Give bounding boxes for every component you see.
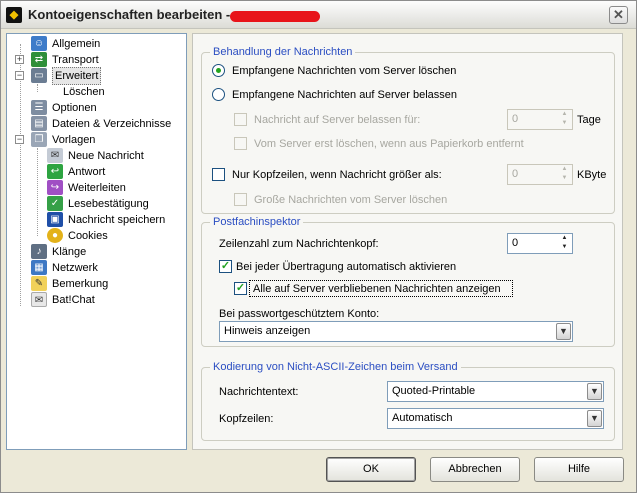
checkbox-label: Große Nachrichten vom Server löschen bbox=[254, 194, 448, 206]
delete-after-trash-checkbox[interactable] bbox=[234, 137, 247, 150]
ok-button[interactable]: OK bbox=[326, 457, 416, 482]
redacted-account-name bbox=[230, 11, 320, 22]
checkbox-label: Bei jeder Übertragung automatisch aktivi… bbox=[236, 261, 457, 273]
window-title: Kontoeigenschaften bearbeiten - bbox=[28, 7, 231, 22]
tree-item-label: Bat!Chat bbox=[52, 294, 95, 306]
reply-icon: ↩ bbox=[47, 164, 63, 179]
group-legend: Postfachinspektor bbox=[210, 216, 304, 228]
radio-button[interactable] bbox=[212, 64, 225, 77]
save-icon: ▣ bbox=[47, 212, 63, 227]
tree-item-label: Transport bbox=[52, 54, 99, 66]
body-encoding-select[interactable]: Quoted-Printable ▼ bbox=[387, 381, 604, 402]
help-button[interactable]: Hilfe bbox=[534, 457, 624, 482]
show-all-checkbox[interactable]: ✓ bbox=[234, 282, 247, 295]
kbyte-unit-label: KByte bbox=[577, 169, 607, 181]
chevron-down-icon[interactable]: ▼ bbox=[587, 410, 602, 427]
cancel-button[interactable]: Abbrechen bbox=[430, 457, 520, 482]
forward-icon: ↪ bbox=[47, 180, 63, 195]
auto-activate-checkbox[interactable]: ✓ bbox=[219, 260, 232, 273]
encoding-group: Kodierung von Nicht-ASCII-Zeichen beim V… bbox=[201, 361, 615, 441]
monitor-icon: ▭ bbox=[31, 68, 47, 83]
body-encoding-label: Nachrichtentext: bbox=[219, 386, 299, 398]
spin-down-icon[interactable]: ▼ bbox=[558, 243, 571, 252]
spin-up-icon[interactable]: ▲ bbox=[558, 234, 571, 243]
tree-item-label: Allgemein bbox=[52, 38, 101, 50]
group-legend: Kodierung von Nicht-ASCII-Zeichen beim V… bbox=[210, 361, 461, 373]
header-lines-label: Zeilenzahl zum Nachrichtenkopf: bbox=[219, 238, 379, 250]
stepper-value: 0 bbox=[512, 237, 519, 249]
tree-line bbox=[37, 148, 38, 236]
templates-icon: ❐ bbox=[31, 132, 47, 147]
cookie-icon: ● bbox=[47, 228, 63, 243]
lan-icon: ▦ bbox=[31, 260, 47, 275]
options-icon: ☰ bbox=[31, 100, 47, 115]
tree-line bbox=[37, 84, 38, 92]
settings-tree[interactable]: ☺ Allgemein + ⇄ Transport − ▭ Erweitert … bbox=[6, 33, 187, 450]
chat-icon: ✉ bbox=[31, 292, 47, 307]
checkbox-label: Nur Kopfzeilen, wenn Nachricht größer al… bbox=[232, 169, 442, 181]
select-value: Automatisch bbox=[392, 412, 453, 424]
tree-line bbox=[20, 44, 21, 306]
keep-for-days-checkbox[interactable] bbox=[234, 113, 247, 126]
password-action-select[interactable]: Hinweis anzeigen ▼ bbox=[219, 321, 573, 342]
mailbox-inspector-group: Postfachinspektor Zeilenzahl zum Nachric… bbox=[201, 216, 615, 347]
chevron-down-icon[interactable]: ▼ bbox=[556, 323, 571, 340]
headers-only-checkbox[interactable] bbox=[212, 168, 225, 181]
tree-item-label: Vorlagen bbox=[52, 134, 96, 146]
tree-item-label: Nachricht speichern bbox=[68, 214, 166, 226]
spin-up-icon[interactable]: ▲ bbox=[558, 110, 571, 119]
tree-item-label: Erweitert bbox=[52, 67, 102, 85]
spin-down-icon[interactable]: ▼ bbox=[558, 119, 571, 128]
network-icon: ⇄ bbox=[31, 52, 47, 67]
tree-item-label: Neue Nachricht bbox=[68, 150, 144, 162]
chevron-down-icon[interactable]: ▼ bbox=[587, 383, 602, 400]
tree-item-label: Weiterleiten bbox=[68, 182, 126, 194]
settings-panel: Behandlung der Nachrichten Empfangene Na… bbox=[192, 33, 623, 450]
select-value: Hinweis anzeigen bbox=[224, 325, 311, 337]
folder-icon: ▤ bbox=[31, 116, 47, 131]
note-icon: ✎ bbox=[31, 276, 47, 291]
close-button[interactable]: ✕ bbox=[609, 6, 628, 24]
keep-days-stepper[interactable]: 0 ▲ ▼ bbox=[507, 109, 573, 130]
checkbox-label: Alle auf Server verbliebenen Nachrichten… bbox=[253, 283, 501, 295]
delete-large-checkbox[interactable] bbox=[234, 193, 247, 206]
header-encoding-label: Kopfzeilen: bbox=[219, 413, 274, 425]
title-bar[interactable]: ◆ Kontoeigenschaften bearbeiten - ✕ bbox=[1, 1, 636, 29]
receipt-icon: ✓ bbox=[47, 196, 63, 211]
tree-item-label: Cookies bbox=[68, 230, 108, 242]
tree-item-label: Dateien & Verzeichnisse bbox=[52, 118, 172, 130]
tree-item-label: Optionen bbox=[52, 102, 97, 114]
spin-down-icon[interactable]: ▼ bbox=[558, 174, 571, 183]
select-value: Quoted-Printable bbox=[392, 385, 476, 397]
header-encoding-select[interactable]: Automatisch ▼ bbox=[387, 408, 604, 429]
tree-item-label: Lesebestätigung bbox=[68, 198, 149, 210]
radio-button[interactable] bbox=[212, 88, 225, 101]
group-legend: Behandlung der Nachrichten bbox=[210, 46, 356, 58]
days-unit-label: Tage bbox=[577, 114, 601, 126]
bat-app-icon: ◆ bbox=[6, 7, 22, 23]
speaker-icon: ♪ bbox=[31, 244, 47, 259]
tree-item-label: Löschen bbox=[63, 86, 105, 98]
collapse-icon[interactable]: − bbox=[15, 71, 24, 80]
message-handling-group: Behandlung der Nachrichten Empfangene Na… bbox=[201, 46, 615, 214]
radio-label: Empfangene Nachrichten vom Server lösche… bbox=[232, 65, 457, 77]
tree-item-label: Bemerkung bbox=[52, 278, 109, 290]
collapse-icon[interactable]: − bbox=[15, 135, 24, 144]
password-account-label: Bei passwortgeschütztem Konto: bbox=[219, 308, 380, 320]
size-limit-stepper[interactable]: 0 ▲ ▼ bbox=[507, 164, 573, 185]
user-icon: ☺ bbox=[31, 36, 47, 51]
stepper-value: 0 bbox=[512, 168, 519, 180]
new-message-icon: ✉ bbox=[47, 148, 63, 163]
radio-label: Empfangene Nachrichten auf Server belass… bbox=[232, 89, 458, 101]
tree-item-label: Netzwerk bbox=[52, 262, 98, 274]
checkbox-label: Vom Server erst löschen, wenn aus Papier… bbox=[254, 138, 524, 150]
stepper-value: 0 bbox=[512, 113, 519, 125]
spin-up-icon[interactable]: ▲ bbox=[558, 165, 571, 174]
expand-icon[interactable]: + bbox=[15, 55, 24, 64]
dialog-window: ◆ Kontoeigenschaften bearbeiten - ✕ ☺ Al… bbox=[0, 0, 637, 493]
tree-item-label: Klänge bbox=[52, 246, 87, 258]
tree-item-label: Antwort bbox=[68, 166, 106, 178]
header-lines-stepper[interactable]: 0 ▲ ▼ bbox=[507, 233, 573, 254]
checkbox-label: Nachricht auf Server belassen für: bbox=[254, 114, 421, 126]
